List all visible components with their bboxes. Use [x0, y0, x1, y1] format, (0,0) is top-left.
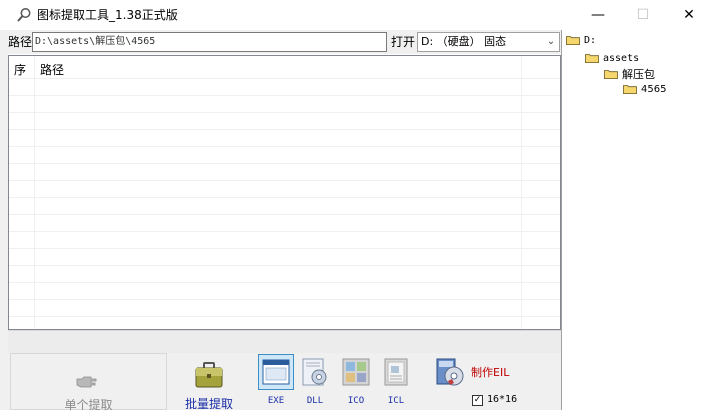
window-title: 图标提取工具_1.38正式版	[37, 8, 178, 22]
tree-label: 4565	[641, 83, 667, 95]
folder-icon	[585, 54, 599, 63]
file-list[interactable]	[8, 55, 561, 330]
grid-line	[9, 163, 560, 164]
grid-line	[9, 299, 560, 300]
path-label: 路径	[8, 35, 33, 49]
window-frame-right	[714, 30, 721, 418]
column-divider	[521, 56, 522, 329]
tree-label: 解压包	[622, 68, 655, 81]
tree-node[interactable]: assets	[585, 51, 639, 65]
grid-line	[9, 282, 560, 283]
tree-node[interactable]: 解压包	[604, 67, 655, 81]
tree-label: assets	[603, 52, 640, 64]
magnifier-icon	[17, 8, 31, 22]
pointing-hand-icon	[76, 376, 97, 388]
tree-label: D:	[584, 34, 597, 46]
grid-line	[9, 197, 560, 198]
size-16-checkbox[interactable]: ✓	[472, 395, 483, 406]
single-extract-label: 单个提取	[64, 398, 113, 412]
image-grid-icon	[342, 358, 370, 386]
drive-select[interactable]: D: （硬盘） 固态	[417, 32, 560, 52]
toolbar-strip	[8, 331, 561, 353]
open-label: 打开	[391, 35, 416, 49]
library-document-icon	[384, 358, 408, 386]
grid-line	[9, 316, 560, 317]
batch-extract-label[interactable]: 批量提取	[178, 395, 240, 412]
window-app-icon	[262, 359, 290, 385]
briefcase-icon[interactable]	[194, 360, 224, 390]
grid-line	[9, 146, 560, 147]
tree-node[interactable]: 4565	[623, 82, 666, 96]
filetype-icl-button[interactable]	[378, 354, 414, 390]
grid-line	[9, 95, 560, 96]
grid-line	[9, 231, 560, 232]
folder-tree[interactable]: D: assets 解压包 4565	[561, 30, 714, 410]
maximize-button[interactable]: ☐	[620, 0, 666, 30]
make-library-icon[interactable]	[434, 357, 466, 387]
column-header-path[interactable]: 路径	[40, 62, 64, 78]
folder-icon	[604, 70, 618, 79]
filetype-icl-label[interactable]: ICL	[378, 396, 414, 406]
grid-line	[9, 248, 560, 249]
filetype-ico-button[interactable]	[338, 354, 374, 390]
grid-line	[9, 129, 560, 130]
filetype-exe-label[interactable]: EXE	[258, 396, 294, 406]
grid-line	[9, 78, 560, 79]
filetype-dll-button[interactable]	[297, 354, 333, 390]
tree-node[interactable]: D:	[566, 33, 596, 47]
grid-line	[9, 265, 560, 266]
make-eil-button[interactable]: 制作EIL	[471, 364, 509, 380]
filetype-exe-button[interactable]	[258, 354, 294, 390]
window-frame-left	[0, 30, 8, 418]
minimize-button[interactable]: —	[575, 0, 621, 30]
grid-line	[9, 112, 560, 113]
gear-document-icon	[302, 358, 327, 386]
grid-line	[9, 214, 560, 215]
column-divider	[34, 56, 35, 329]
path-input[interactable]: D:\assets\解压包\4565	[32, 32, 387, 52]
folder-icon	[566, 36, 580, 45]
size-16-label[interactable]: 16*16	[487, 394, 517, 405]
folder-icon	[623, 85, 637, 94]
filetype-dll-label[interactable]: DLL	[297, 396, 333, 406]
chevron-down-icon[interactable]: ⌄	[545, 35, 557, 49]
column-header-index[interactable]: 序	[14, 62, 26, 78]
filetype-ico-label[interactable]: ICO	[338, 396, 374, 406]
grid-line	[9, 180, 560, 181]
close-button[interactable]: ✕	[666, 0, 712, 30]
